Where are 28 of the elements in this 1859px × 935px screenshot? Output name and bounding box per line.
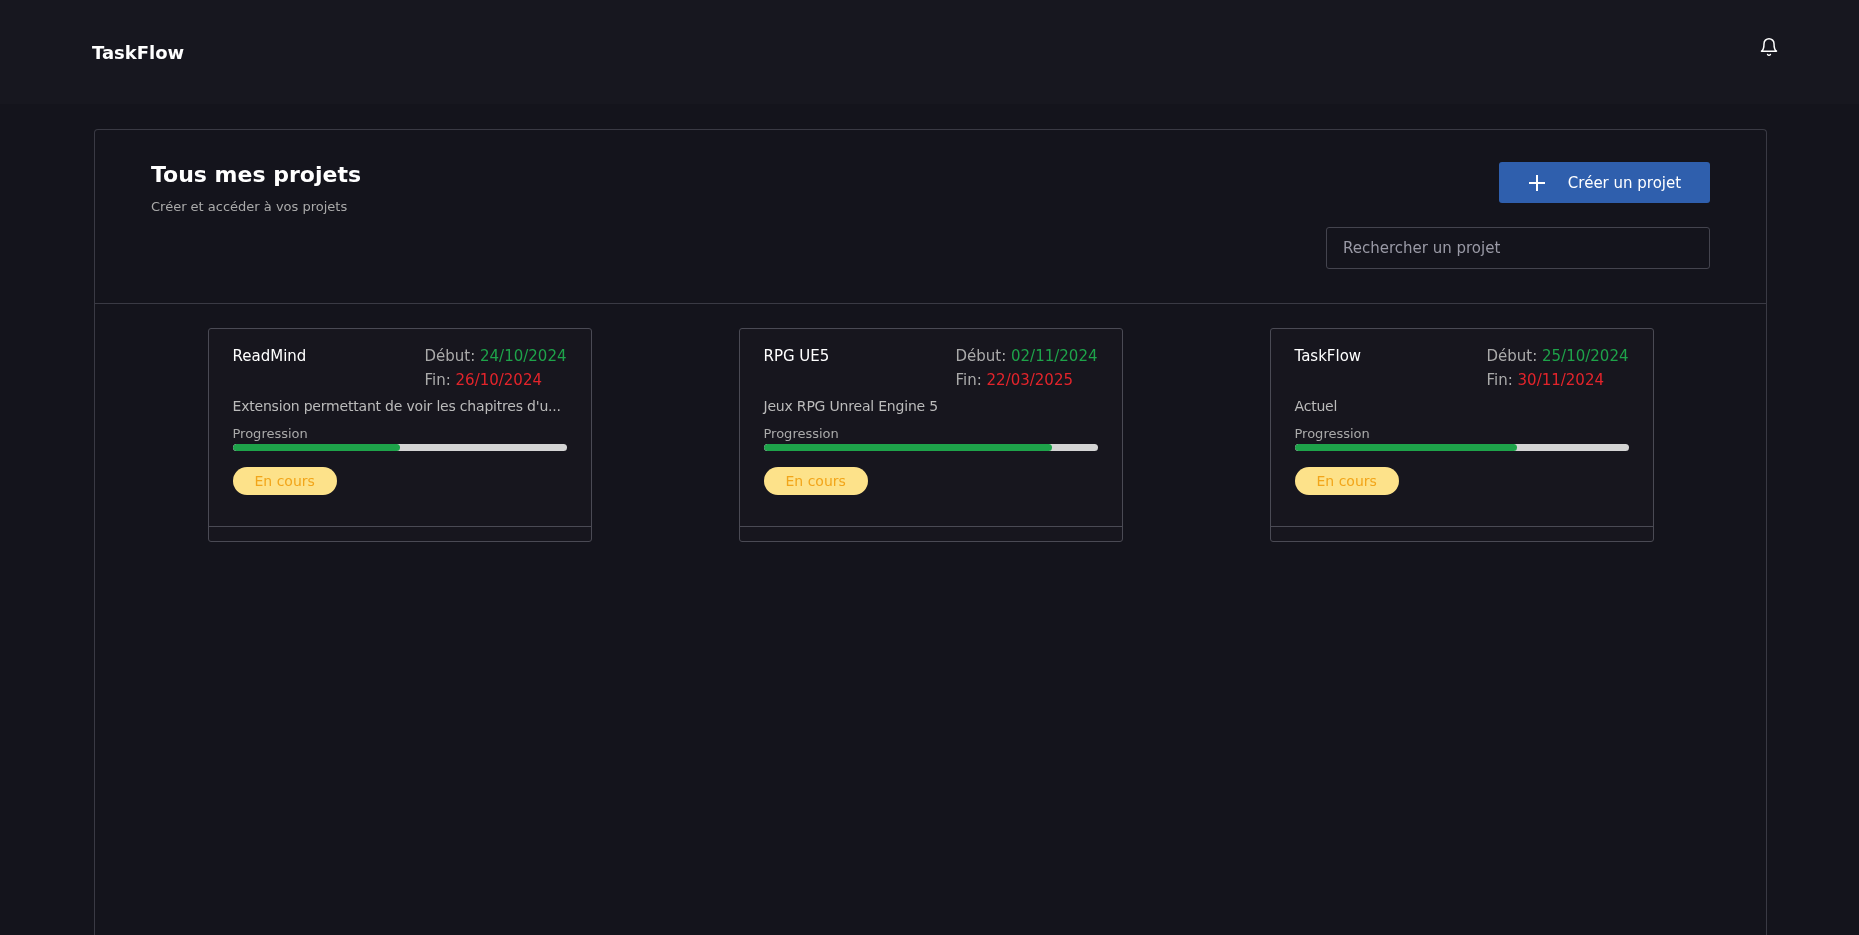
page-subtitle: Créer et accéder à vos projets: [151, 199, 349, 214]
project-card[interactable]: ReadMind Début: 24/10/2024 Fin: 26/10/2024 Extension permettant de voir les chapitres d'u... Progression En cours: [207, 328, 592, 542]
project-card[interactable]: TaskFlow Début: 25/10/2024 Fin: 30/11/2024 Actuel Progression En cours: [1269, 328, 1654, 542]
project-name: ReadMind: [232, 347, 307, 367]
end-date: Fin: 30/11/2024: [1486, 371, 1605, 389]
project-description: Extension permettant de voir les chapitres d'u...: [232, 398, 562, 414]
search-field[interactable]: Rechercher un projet: [1326, 227, 1710, 269]
progress-label: Progression: [763, 426, 840, 441]
status-badge: En cours: [763, 467, 868, 495]
status-badge: En cours: [1294, 467, 1399, 495]
project-card[interactable]: RPG UE5 Début: 02/11/2024 Fin: 22/03/2025 Jeux RPG Unreal Engine 5 Progression En cours: [738, 328, 1123, 542]
start-date: Début: 25/10/2024: [1486, 347, 1629, 365]
end-date: Fin: 26/10/2024: [424, 371, 543, 389]
create-project-button[interactable]: Créer un projet: [1499, 162, 1710, 203]
project-name: RPG UE5: [763, 347, 830, 367]
page-title: Tous mes projets: [151, 162, 361, 187]
start-date: Début: 24/10/2024: [424, 347, 567, 365]
end-date: Fin: 22/03/2025: [955, 371, 1074, 389]
progress-label: Progression: [232, 426, 309, 441]
status-badge: En cours: [232, 467, 337, 495]
plus-icon: [1527, 173, 1546, 192]
start-date: Début: 02/11/2024: [955, 347, 1098, 365]
project-description: Jeux RPG Unreal Engine 5: [763, 398, 939, 414]
logo[interactable]: TaskFlow: [92, 41, 185, 63]
project-description: Actuel: [1294, 398, 1339, 414]
project-name: TaskFlow: [1294, 347, 1362, 367]
bell-icon[interactable]: [1759, 36, 1779, 58]
progress-label: Progression: [1294, 426, 1371, 441]
